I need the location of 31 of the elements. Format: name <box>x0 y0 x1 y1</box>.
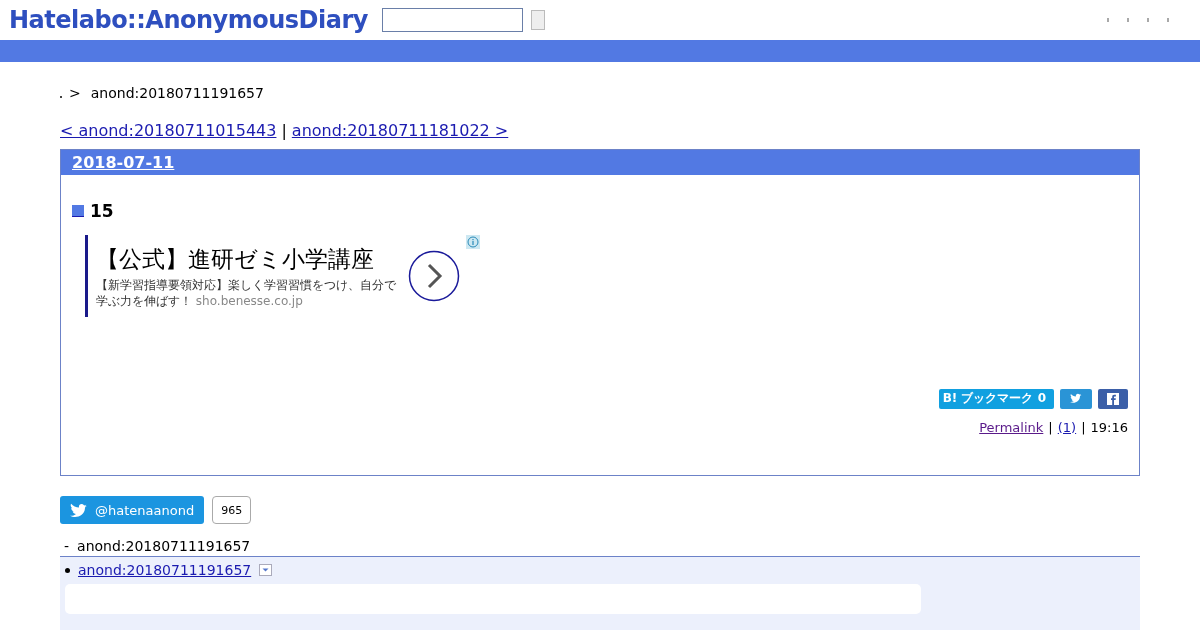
search-button[interactable] <box>530 10 545 30</box>
breadcrumb-current: anond:20180711191657 <box>90 85 264 101</box>
references-heading: anond:20180711191657 <box>77 538 251 556</box>
follower-count: 965 <box>212 496 252 524</box>
pager-divider: | <box>281 121 287 140</box>
info-icon[interactable] <box>466 235 480 249</box>
next-entry-link[interactable]: anond:20180711181022 > <box>291 121 509 140</box>
ad-card[interactable]: 【公式】進研ゼミ小学講座 【新学習指導要領対応】楽しく学習習慣をつけ、自分で学ぶ力を伸ばす！ sho.benesse.co.jp <box>85 235 460 317</box>
twitter-bird-icon <box>70 502 88 518</box>
twitter-icon[interactable] <box>1060 389 1092 409</box>
search-field[interactable] <box>381 8 523 32</box>
footer-separator: | <box>1048 420 1053 435</box>
facebook-icon[interactable] <box>1098 389 1128 409</box>
reference-link[interactable]: anond:20180711191657 <box>78 562 252 578</box>
broken-image-icon <box>60 95 63 99</box>
chevron-right-icon[interactable] <box>408 250 460 302</box>
dropdown-icon[interactable] <box>259 564 273 576</box>
date-link[interactable]: 2018-07-11 <box>72 153 175 172</box>
entry-time: 19:16 <box>1090 420 1128 435</box>
site-logo[interactable]: Hatelabo::AnonymousDiary <box>9 6 368 34</box>
breadcrumb-separator: > <box>69 85 81 101</box>
square-icon[interactable] <box>72 205 84 217</box>
bullet-icon <box>65 567 70 573</box>
permalink-link[interactable]: Permalink <box>979 420 1044 435</box>
comments-link[interactable]: (1) <box>1057 420 1077 435</box>
footer-separator: | <box>1081 420 1086 435</box>
entry-title: 15 <box>90 201 114 221</box>
ad-headline: 【公式】進研ゼミ小学講座 <box>96 244 375 274</box>
ad-text: 【新学習指導要領対応】楽しく学習習慣をつけ、自分で学ぶ力を伸ばす！ sho.benesse.co.jp <box>96 276 396 309</box>
dash-mark: - <box>64 538 70 556</box>
previous-entry-link[interactable]: < anond:20180711015443 <box>60 121 277 140</box>
